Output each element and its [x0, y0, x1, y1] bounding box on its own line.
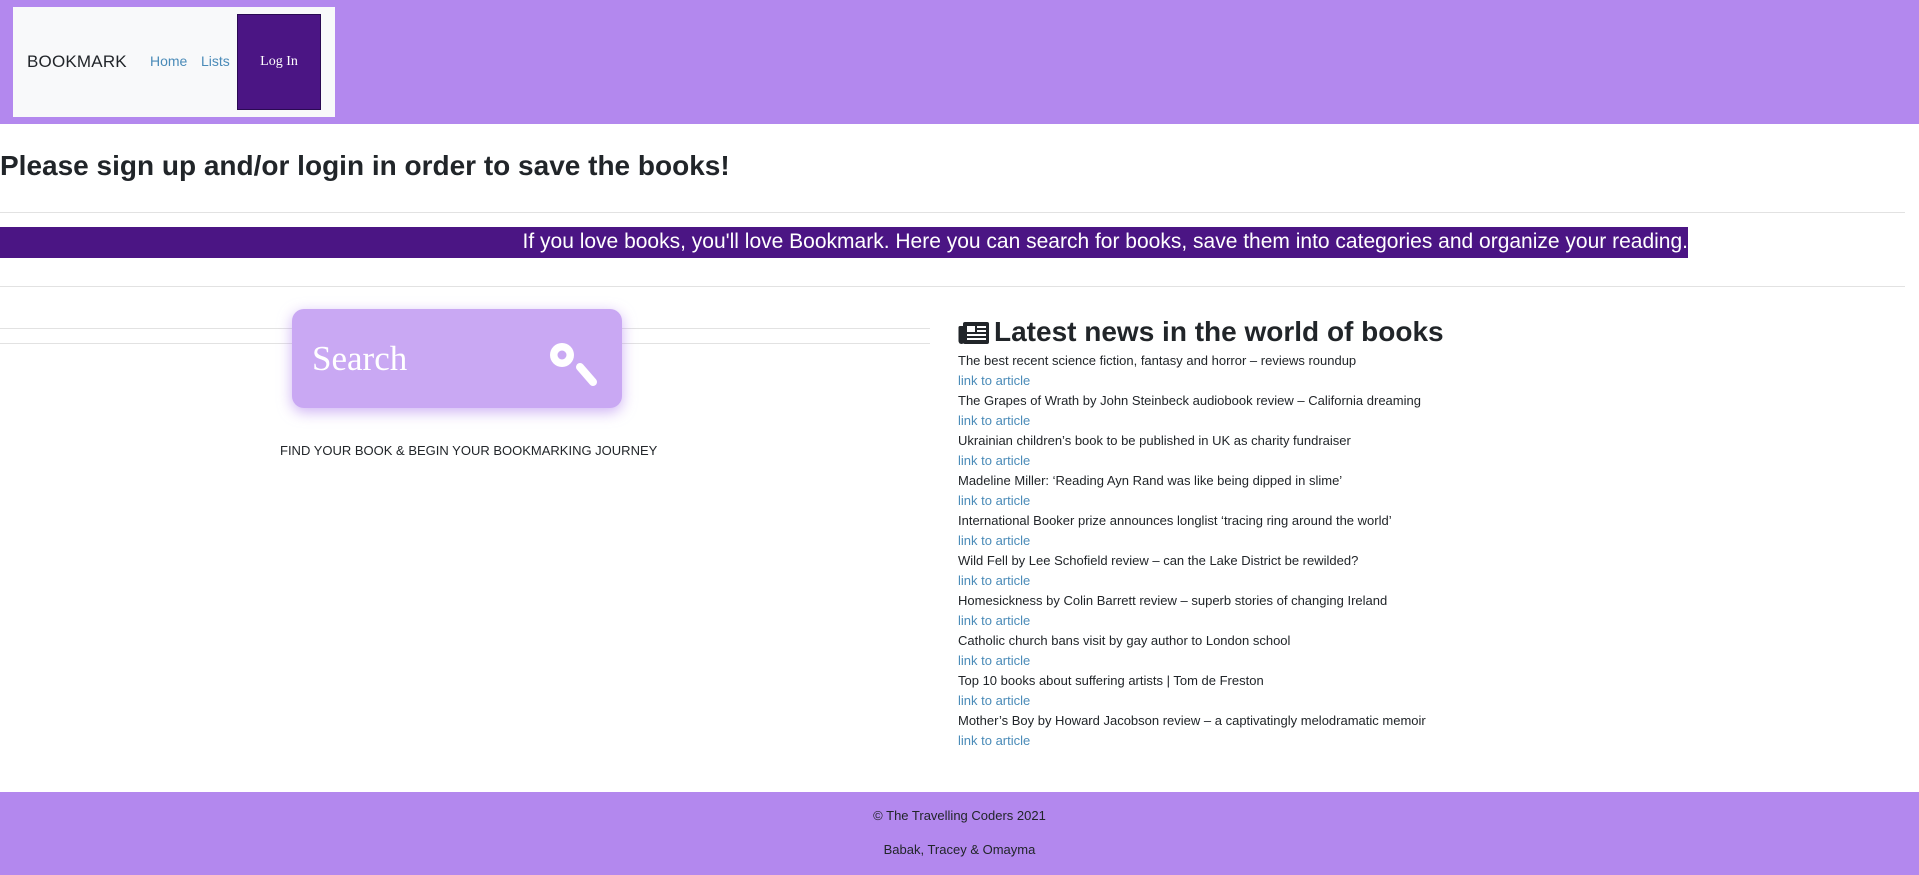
site-header: BOOKMARK Home Lists Log In	[0, 0, 1919, 124]
news-title: Wild Fell by Lee Schofield review – can …	[958, 553, 1359, 568]
login-button[interactable]: Log In	[237, 14, 321, 110]
news-title: International Booker prize announces lon…	[958, 513, 1392, 528]
intro-banner-text: If you love books, you'll love Bookmark.…	[522, 230, 1688, 253]
news-title: Ukrainian children’s book to be publishe…	[958, 433, 1351, 448]
footer-copyright: © The Travelling Coders 2021	[873, 808, 1046, 823]
brand-logo[interactable]: BOOKMARK	[27, 52, 127, 72]
news-item: The best recent science fiction, fantasy…	[958, 351, 1658, 391]
article-link[interactable]: link to article	[958, 651, 1658, 671]
divider	[0, 286, 1905, 287]
site-footer: © The Travelling Coders 2021 Babak, Trac…	[0, 792, 1919, 875]
news-list: The best recent science fiction, fantasy…	[958, 351, 1658, 751]
news-item: International Booker prize announces lon…	[958, 511, 1658, 551]
article-link[interactable]: link to article	[958, 371, 1658, 391]
footer-authors: Babak, Tracey & Omayma	[883, 842, 1036, 857]
search-input[interactable]	[312, 337, 532, 381]
article-link[interactable]: link to article	[958, 731, 1658, 751]
newspaper-icon	[958, 320, 990, 344]
news-heading: Latest news in the world of books	[958, 316, 1444, 348]
news-title: Catholic church bans visit by gay author…	[958, 633, 1291, 648]
article-link[interactable]: link to article	[958, 611, 1658, 631]
news-item: Homesickness by Colin Barrett review – s…	[958, 591, 1658, 631]
page: BOOKMARK Home Lists Log In Please sign u…	[0, 0, 1919, 875]
news-item: Top 10 books about suffering artists | T…	[958, 671, 1658, 711]
article-link[interactable]: link to article	[958, 411, 1658, 431]
intro-banner: If you love books, you'll love Bookmark.…	[0, 227, 1688, 258]
news-title: Homesickness by Colin Barrett review – s…	[958, 593, 1388, 608]
news-heading-text: Latest news in the world of books	[994, 316, 1444, 347]
article-link[interactable]: link to article	[958, 571, 1658, 591]
divider	[0, 212, 1905, 213]
nav-home-link[interactable]: Home	[150, 53, 187, 69]
signup-message: Please sign up and/or login in order to …	[0, 150, 730, 181]
news-title: Top 10 books about suffering artists | T…	[958, 673, 1264, 688]
news-item: Mother’s Boy by Howard Jacobson review –…	[958, 711, 1658, 751]
news-title: The Grapes of Wrath by John Steinbeck au…	[958, 393, 1421, 408]
article-link[interactable]: link to article	[958, 451, 1658, 471]
article-link[interactable]: link to article	[958, 531, 1658, 551]
news-item: The Grapes of Wrath by John Steinbeck au…	[958, 391, 1658, 431]
news-item: Catholic church bans visit by gay author…	[958, 631, 1658, 671]
news-item: Madeline Miller: ‘Reading Ayn Rand was l…	[958, 471, 1658, 511]
search-tagline: FIND YOUR BOOK & BEGIN YOUR BOOKMARKING …	[280, 443, 658, 458]
news-title: The best recent science fiction, fantasy…	[958, 353, 1357, 368]
search-box	[292, 309, 622, 408]
news-item: Wild Fell by Lee Schofield review – can …	[958, 551, 1658, 591]
nav-lists-link[interactable]: Lists	[201, 53, 230, 69]
news-title: Madeline Miller: ‘Reading Ayn Rand was l…	[958, 473, 1343, 488]
navbar: BOOKMARK Home Lists Log In	[13, 7, 335, 117]
article-link[interactable]: link to article	[958, 491, 1658, 511]
news-item: Ukrainian children’s book to be publishe…	[958, 431, 1658, 471]
article-link[interactable]: link to article	[958, 691, 1658, 711]
news-title: Mother’s Boy by Howard Jacobson review –…	[958, 713, 1426, 728]
search-icon[interactable]	[548, 341, 602, 389]
